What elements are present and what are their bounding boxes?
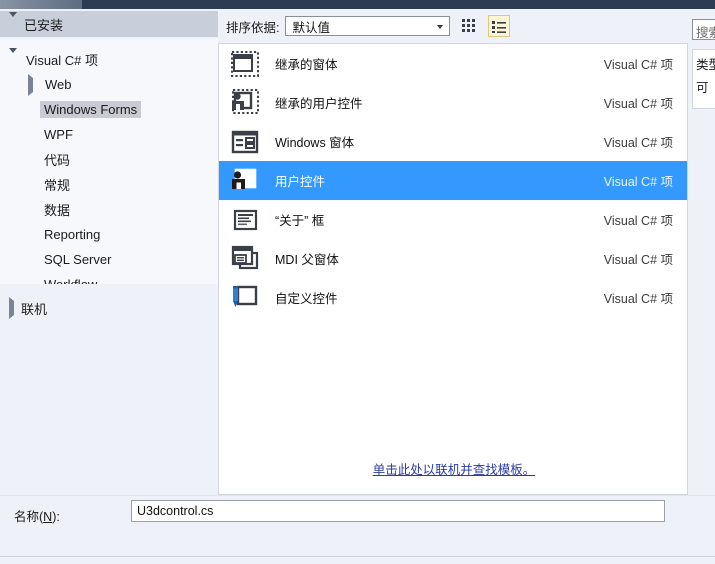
list-item-kind: Visual C# 项 (604, 132, 673, 151)
tiles-view-button[interactable] (458, 15, 480, 37)
bottom-divider (0, 556, 715, 557)
add-new-item-dialog: 已安装 Visual C# 项 Web Windows Forms WPF (0, 0, 715, 563)
details-view-button[interactable] (488, 15, 510, 37)
custom-control-icon (229, 283, 263, 313)
center-panel: 排序依据: 默认值 (218, 9, 688, 495)
tree-item-label: Windows Forms (40, 101, 141, 118)
list-item-name: MDI 父窗体 (275, 249, 339, 268)
tree-item-reporting[interactable]: Reporting (0, 222, 218, 247)
template-list[interactable]: 继承的窗体 Visual C# 项 (218, 43, 688, 495)
list-item-kind: Visual C# 项 (604, 54, 673, 73)
list-item-kind: Visual C# 项 (604, 249, 673, 268)
chevron-down-icon (437, 25, 443, 29)
template-category-tree[interactable]: Visual C# 项 Web Windows Forms WPF 代码 常规 (0, 39, 218, 284)
tree-item-label: Visual C# 项 (26, 50, 98, 69)
name-label-accelerator: N (43, 510, 52, 524)
tree-item-label: Reporting (44, 227, 100, 242)
tree-item-label: SQL Server (44, 252, 111, 267)
dialog-body: 已安装 Visual C# 项 Web Windows Forms WPF (0, 9, 715, 495)
windows-form-icon (229, 127, 263, 157)
template-info-line-2: 可 (696, 77, 715, 96)
triangle-right-icon (9, 301, 14, 315)
right-panel: 搜索 类型 可 (688, 9, 715, 495)
tree-item-windows-forms[interactable]: Windows Forms (0, 97, 218, 122)
grid-view-icon (462, 19, 476, 33)
tree-item-data[interactable]: 数据 (0, 197, 218, 222)
title-bar-highlight (0, 0, 82, 9)
list-item-kind: Visual C# 项 (604, 210, 673, 229)
triangle-right-icon[interactable] (28, 78, 40, 92)
online-section-header[interactable]: 联机 (0, 296, 218, 320)
tree-item-code[interactable]: 代码 (0, 147, 218, 172)
about-box-icon (229, 205, 263, 235)
list-item-name: 继承的用户控件 (275, 93, 363, 112)
installed-section-header[interactable]: 已安装 (0, 11, 218, 37)
list-toolbar: 排序依据: 默认值 (218, 9, 688, 43)
triangle-down-icon[interactable] (9, 53, 21, 67)
list-item[interactable]: “关于” 框 Visual C# 项 (219, 200, 687, 239)
list-item[interactable]: Windows 窗体 Visual C# 项 (219, 122, 687, 161)
list-item[interactable]: 自定义控件 Visual C# 项 (219, 278, 687, 317)
list-item-name: Windows 窗体 (275, 132, 354, 151)
template-info-line-1: 类型 (696, 54, 715, 73)
list-item-selected[interactable]: 用户控件 Visual C# 项 (219, 161, 687, 200)
list-item-name: “关于” 框 (275, 210, 324, 229)
find-online-templates-link[interactable]: 单击此处以联机并查找模板。 (373, 463, 536, 477)
list-item-kind: Visual C# 项 (604, 288, 673, 307)
name-label-suffix: ): (52, 510, 60, 524)
inherited-form-icon (229, 49, 263, 79)
list-item[interactable]: MDI 父窗体 Visual C# 项 (219, 239, 687, 278)
search-placeholder: 搜索 (696, 22, 715, 40)
list-item-name: 自定义控件 (275, 288, 338, 307)
list-item-name: 继承的窗体 (275, 54, 338, 73)
user-control-icon (229, 166, 263, 196)
installed-section-label: 已安装 (24, 15, 63, 34)
sidebar-footer: 联机 (0, 284, 218, 495)
sort-by-value: 默认值 (292, 17, 330, 36)
list-item[interactable]: 继承的窗体 Visual C# 项 (219, 44, 687, 83)
tree-item-wpf[interactable]: WPF (0, 122, 218, 147)
name-input-value: U3dcontrol.cs (137, 504, 213, 518)
tree-item-label: 数据 (44, 200, 70, 219)
inherited-user-control-icon (229, 88, 263, 118)
tree-item-visual-csharp[interactable]: Visual C# 项 (0, 47, 218, 72)
tree-item-sql-server[interactable]: SQL Server (0, 247, 218, 272)
list-view-icon (492, 20, 506, 33)
tree-item-label: Web (45, 77, 72, 92)
search-input[interactable]: 搜索 (692, 19, 715, 40)
list-item[interactable]: 继承的用户控件 Visual C# 项 (219, 83, 687, 122)
online-section-label: 联机 (21, 299, 47, 318)
triangle-down-icon (9, 17, 17, 31)
list-item-kind: Visual C# 项 (604, 171, 673, 190)
bottom-bar: 名称(N): U3dcontrol.cs (0, 495, 715, 564)
name-field-label: 名称(N): (14, 506, 60, 525)
list-item-kind: Visual C# 项 (604, 93, 673, 112)
title-bar (0, 0, 715, 9)
tree-item-label: 常规 (44, 175, 70, 194)
sort-by-label: 排序依据: (226, 17, 279, 36)
list-item-name: 用户控件 (275, 171, 325, 190)
mdi-parent-form-icon (229, 244, 263, 274)
name-input[interactable]: U3dcontrol.cs (131, 500, 665, 522)
sort-by-dropdown[interactable]: 默认值 (285, 16, 450, 36)
tree-item-web[interactable]: Web (0, 72, 218, 97)
tree-item-general[interactable]: 常规 (0, 172, 218, 197)
tree-item-label: 代码 (44, 150, 70, 169)
template-info-card: 类型 可 (692, 49, 715, 109)
sidebar: 已安装 Visual C# 项 Web Windows Forms WPF (0, 9, 218, 495)
find-online-templates-link-wrap: 单击此处以联机并查找模板。 (219, 459, 689, 478)
tree-item-label: WPF (44, 127, 73, 142)
name-label-prefix: 名称( (14, 510, 43, 524)
